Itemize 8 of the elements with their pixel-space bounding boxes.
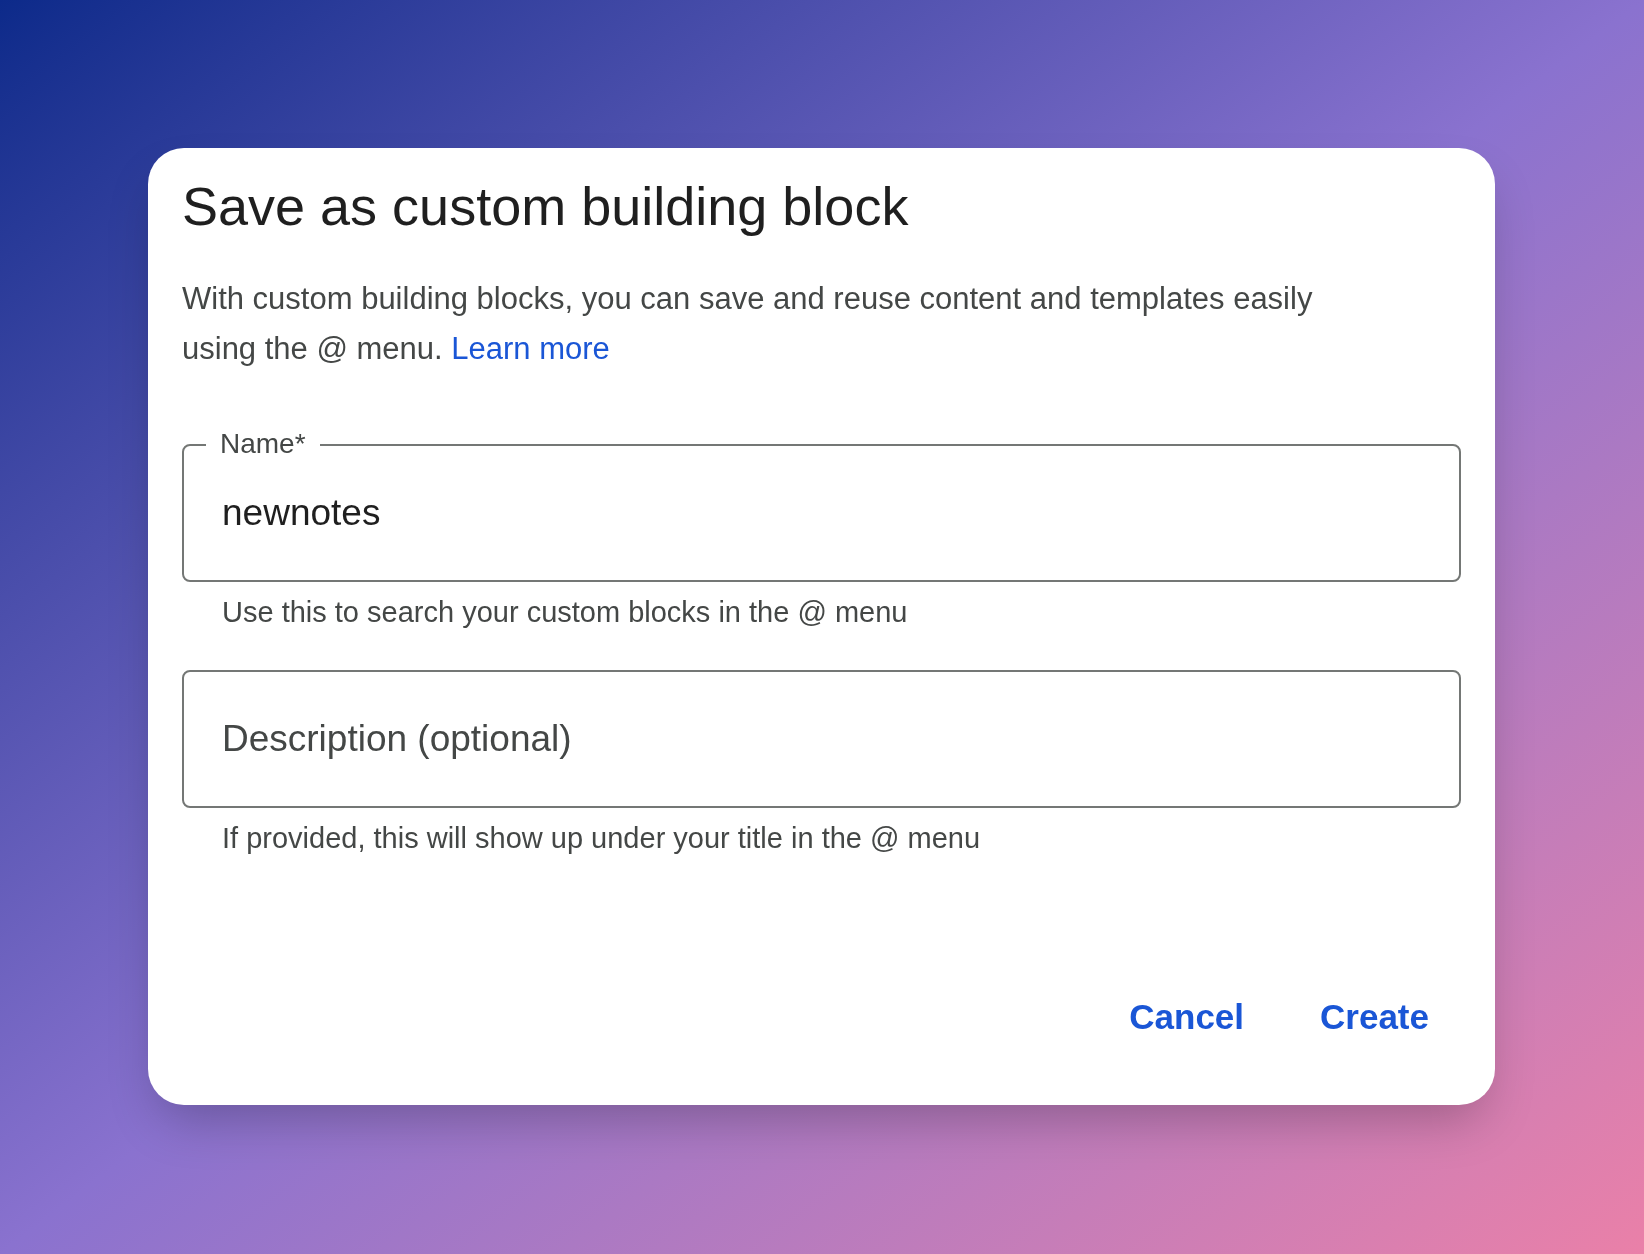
dialog-button[interactable]: Create (1292, 976, 1457, 1057)
dialog-title: Save as custom building block (182, 175, 910, 238)
description-field[interactable]: Description (optional) (182, 670, 1461, 808)
dialog-description: With custom building blocks, you can save and reuse content and templates easily using the @ menu. Learn more (182, 280, 1314, 368)
helper-text: Use this to search your custom blocks in the @ menu (221, 595, 909, 630)
learn-more-link[interactable]: Learn more (451, 331, 610, 366)
helper-text: If provided, this will show up under your title in the @ menu (221, 821, 982, 856)
dialog-button[interactable]: Cancel (1101, 976, 1273, 1057)
